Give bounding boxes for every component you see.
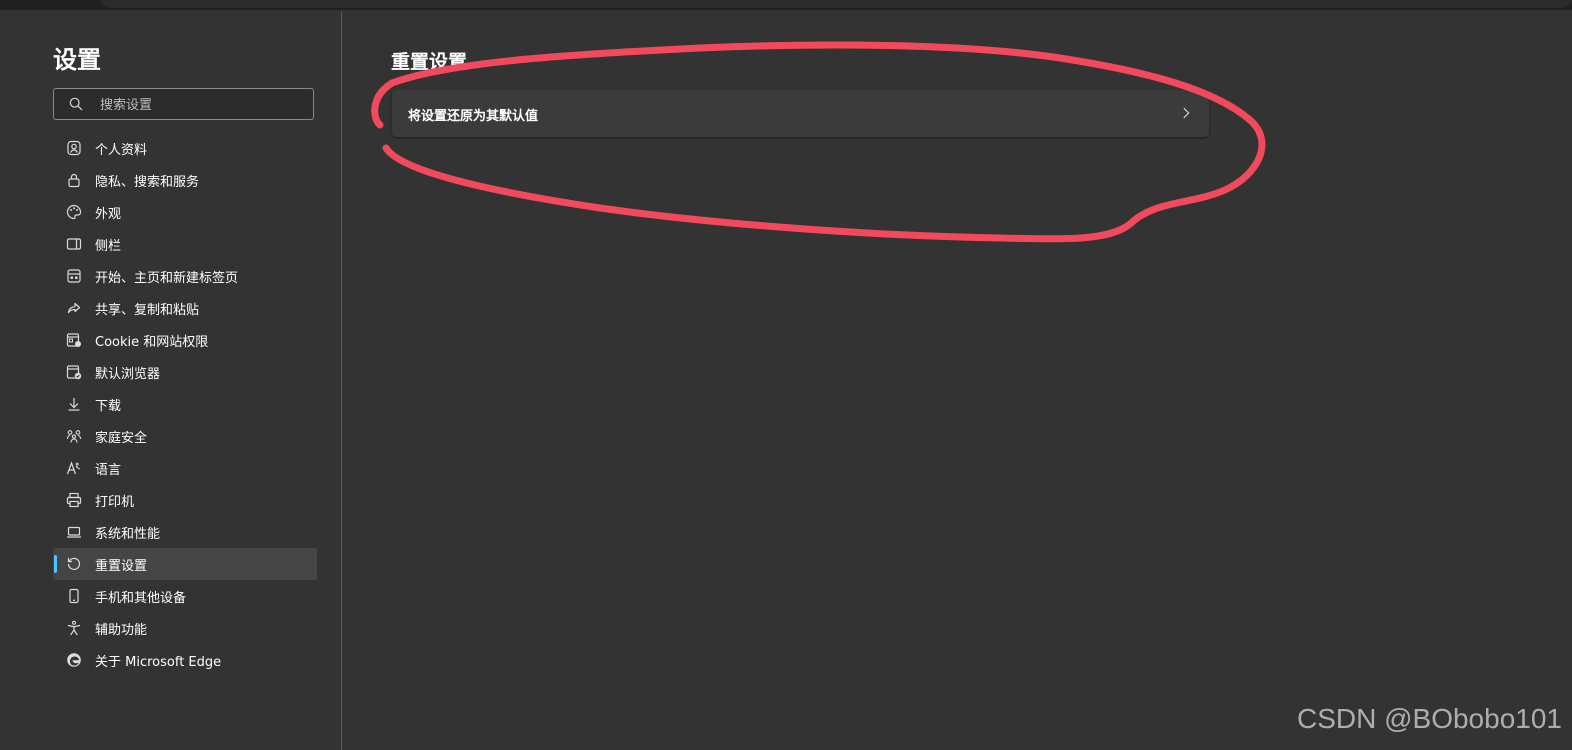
family-icon [65, 427, 83, 445]
sidebar-item-appearance[interactable]: 外观 [53, 196, 317, 228]
sidebar-item-label: 家庭安全 [95, 430, 148, 446]
sidebar-item-privacy[interactable]: 隐私、搜索和服务 [53, 164, 317, 196]
phone-icon [65, 587, 83, 605]
page-title: 重置设置 [391, 51, 468, 73]
search-input[interactable] [98, 94, 302, 116]
sidebar-item-label: 共享、复制和粘贴 [95, 302, 200, 318]
search-box[interactable] [53, 88, 314, 120]
sidebar-item-label: 个人资料 [95, 142, 148, 158]
sidebar-item-start-home[interactable]: 开始、主页和新建标签页 [53, 260, 317, 292]
share-icon [65, 299, 83, 317]
home-grid-icon [65, 267, 83, 285]
sidebar-item-label: 侧栏 [95, 238, 122, 254]
accessibility-icon [65, 619, 83, 637]
sidebar-item-label: 默认浏览器 [95, 366, 161, 382]
sidebar-item-label: 手机和其他设备 [95, 590, 187, 606]
sidebar-item-label: 关于 Microsoft Edge [95, 654, 222, 670]
sidebar-item-downloads[interactable]: 下载 [53, 388, 317, 420]
restore-defaults-label: 将设置还原为其默认值 [408, 109, 539, 124]
sidebar-item-label: Cookie 和网站权限 [95, 334, 209, 350]
restore-defaults-option[interactable]: 将设置还原为其默认值 [392, 90, 1209, 137]
sidebar-item-label: 开始、主页和新建标签页 [95, 270, 239, 286]
default-browser-icon [65, 363, 83, 381]
sidebar-item-sidebar[interactable]: 侧栏 [53, 228, 317, 260]
site-permissions-icon [65, 331, 83, 349]
sidebar-item-label: 系统和性能 [95, 526, 161, 542]
sidebar-title: 设置 [53, 46, 101, 74]
profile-icon [65, 139, 83, 157]
sidebar-item-default-browser[interactable]: 默认浏览器 [53, 356, 317, 388]
sidebar-item-label: 外观 [95, 206, 122, 222]
sidebar-item-label: 下载 [95, 398, 122, 414]
sidebar-item-reset[interactable]: 重置设置 [53, 548, 317, 580]
browser-top-bar [0, 0, 1572, 10]
sidebar-item-accessibility[interactable]: 辅助功能 [53, 612, 317, 644]
sidebar-item-printers[interactable]: 打印机 [53, 484, 317, 516]
sidebar-item-label: 重置设置 [95, 558, 148, 574]
sidebar-item-profile[interactable]: 个人资料 [53, 132, 317, 164]
sidebar-item-about[interactable]: 关于 Microsoft Edge [53, 644, 317, 676]
sidebar-item-share[interactable]: 共享、复制和粘贴 [53, 292, 317, 324]
sidebar-item-family[interactable]: 家庭安全 [53, 420, 317, 452]
address-bar[interactable] [100, 0, 1572, 8]
language-icon [65, 459, 83, 477]
sidebar-item-language[interactable]: 语言 [53, 452, 317, 484]
sidebar-item-phone[interactable]: 手机和其他设备 [53, 580, 317, 612]
chevron-right-icon [1183, 107, 1190, 119]
sidebar-item-label: 语言 [95, 462, 122, 478]
sidebar-item-label: 辅助功能 [95, 622, 148, 638]
sidebar-panel-icon [65, 235, 83, 253]
palette-icon [65, 203, 83, 221]
sidebar-item-label: 打印机 [95, 494, 135, 510]
reset-icon [65, 555, 83, 573]
sidebar-item-system[interactable]: 系统和性能 [53, 516, 317, 548]
laptop-icon [65, 523, 83, 541]
settings-nav: 个人资料 隐私、搜索和服务 外观 侧栏 开始、主页和新建标签页 共享、复制和粘贴 [53, 132, 317, 676]
edge-logo-icon [65, 651, 83, 669]
watermark: CSDN @BObobo101 [1296, 703, 1562, 734]
download-icon [65, 395, 83, 413]
search-icon [69, 97, 83, 111]
printer-icon [65, 491, 83, 509]
sidebar-divider [341, 12, 342, 750]
lock-icon [65, 171, 83, 189]
sidebar-item-label: 隐私、搜索和服务 [95, 174, 200, 190]
sidebar-item-cookies[interactable]: Cookie 和网站权限 [53, 324, 317, 356]
